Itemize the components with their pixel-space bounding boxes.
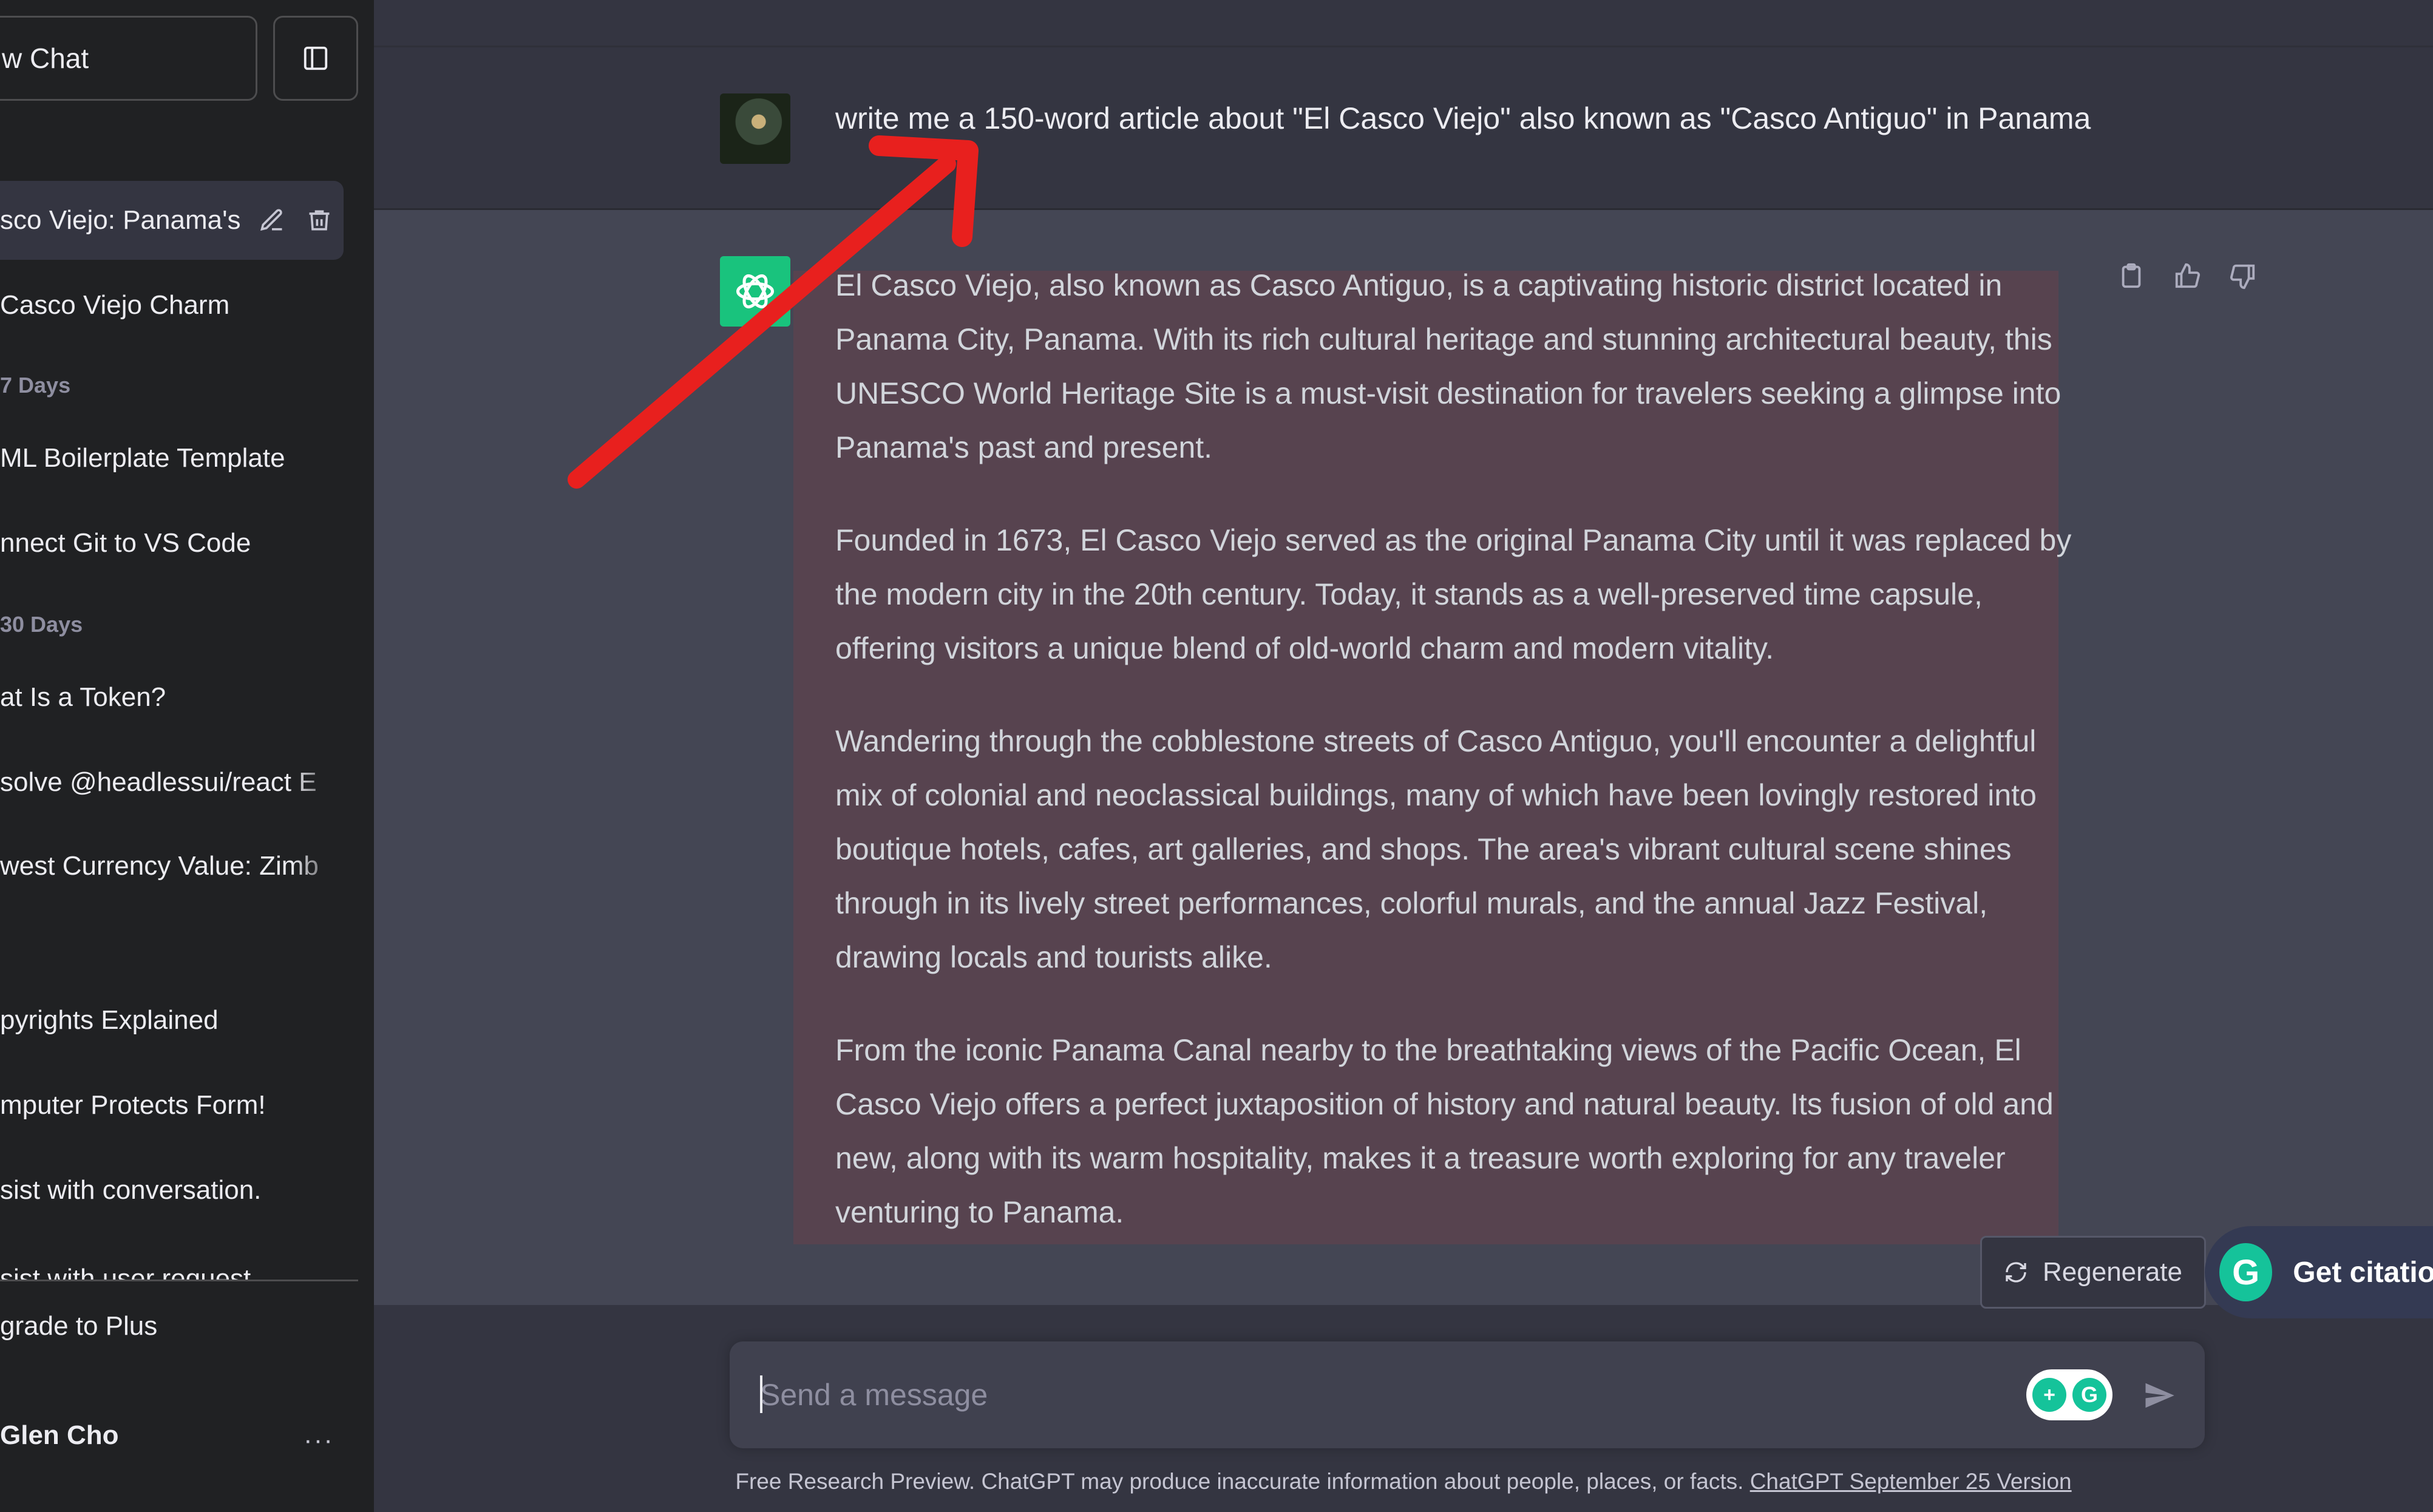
sidebar-item-label: pyrights Explained (0, 1005, 219, 1035)
message-actions (2116, 261, 2258, 291)
assistant-paragraph: El Casco Viejo, also known as Casco Anti… (835, 268, 2061, 464)
upgrade-to-plus-button[interactable]: grade to Plus (0, 1311, 157, 1341)
sidebar-item-label: mputer Protects Form! (0, 1090, 266, 1120)
regenerate-button[interactable]: Regenerate (1980, 1236, 2206, 1309)
user-message-row: write me a 150-word article about "El Ca… (374, 47, 2433, 210)
sidebar-item-label: sco Viejo: Panama's (0, 205, 241, 235)
sidebar-item-label: Casco Viejo Charm (0, 290, 230, 320)
grammarly-assist-icon: + (2032, 1378, 2066, 1412)
sidebar-item-casco-viejo-panama[interactable]: sco Viejo: Panama's (0, 181, 344, 260)
assistant-paragraph: From the iconic Panama Canal nearby to t… (835, 1033, 2054, 1229)
sidebar-toggle-icon (304, 46, 328, 70)
thumbs-up-icon (2175, 263, 2201, 288)
sidebar-item-assist-user-request[interactable]: sist with user request (0, 1236, 344, 1280)
send-button[interactable] (2138, 1374, 2180, 1417)
sidebar-item-casco-viejo-charm[interactable]: Casco Viejo Charm (0, 266, 344, 345)
footer-disclaimer: Free Research Preview. ChatGPT may produ… (374, 1469, 2433, 1494)
grammarly-widget[interactable]: + G (2026, 1369, 2112, 1420)
sidebar-item-label: nnect Git to VS Code (0, 528, 251, 558)
version-link[interactable]: ChatGPT September 25 Version (1750, 1469, 2072, 1494)
thumbs-up-button[interactable] (2172, 261, 2202, 291)
user-avatar (720, 93, 790, 164)
sidebar-toggle-button[interactable] (273, 16, 358, 101)
text-caret (760, 1375, 762, 1413)
section-30-days: 30 Days (0, 612, 83, 637)
get-citation-label: Get citatio (2293, 1256, 2433, 1289)
user-message-text: write me a 150-word article about "El Ca… (835, 101, 2091, 135)
thumbs-down-icon (2230, 264, 2255, 290)
composer-area: + G Free Research Preview. ChatGPT may p… (374, 1305, 2433, 1512)
message-input[interactable] (759, 1365, 1973, 1425)
assistant-message-text: El Casco Viejo, also known as Casco Anti… (835, 259, 2074, 1278)
top-bar (374, 0, 2433, 47)
copy-button[interactable] (2116, 261, 2146, 291)
chatgpt-logo-icon (720, 256, 790, 327)
sidebar-item-connect-git[interactable]: nnect Git to VS Code (0, 504, 344, 583)
sidebar-item-copyrights[interactable]: pyrights Explained (0, 981, 344, 1060)
assistant-paragraph: Founded in 1673, El Casco Viejo served a… (835, 523, 2072, 665)
trash-icon[interactable] (306, 207, 333, 234)
sidebar-item-computer-protects[interactable]: mputer Protects Form! (0, 1066, 344, 1145)
footer-text: Free Research Preview. ChatGPT may produ… (735, 1469, 1744, 1494)
sidebar-item-lowest-currency[interactable]: west Currency Value: Zimb (0, 827, 344, 906)
send-icon (2145, 1383, 2174, 1408)
message-composer: + G (730, 1341, 2205, 1448)
grammarly-icon: G (2219, 1243, 2273, 1301)
sidebar-item-resolve-headlessui[interactable]: solve @headlessui/react E (0, 743, 344, 822)
new-chat-label: w Chat (2, 42, 89, 74)
assistant-message-row: El Casco Viejo, also known as Casco Anti… (374, 210, 2433, 1303)
section-7-days: 7 Days (0, 373, 71, 398)
sidebar-item-html-boilerplate[interactable]: ML Boilerplate Template (0, 419, 344, 498)
grammarly-get-citation-button[interactable]: G Get citatio (2205, 1226, 2433, 1318)
thumbs-down-button[interactable] (2228, 261, 2258, 291)
assistant-paragraph: Wandering through the cobblestone street… (835, 724, 2037, 974)
regenerate-label: Regenerate (2043, 1257, 2182, 1287)
refresh-icon (2006, 1262, 2026, 1283)
sidebar-item-label: solve @headlessui/react E (0, 767, 317, 797)
sidebar: w Chat sco Viejo: Panama's Casco Viejo C… (0, 0, 374, 1512)
new-chat-button[interactable]: w Chat (0, 16, 257, 101)
sidebar-divider (0, 1280, 358, 1281)
sidebar-item-label: at Is a Token? (0, 682, 166, 712)
sidebar-item-assist-conversation[interactable]: sist with conversation. (0, 1151, 344, 1230)
user-name[interactable]: Glen Cho (0, 1420, 119, 1451)
sidebar-item-what-is-token[interactable]: at Is a Token? (0, 658, 344, 737)
sidebar-item-label: sist with conversation. (0, 1175, 262, 1205)
sidebar-item-label: west Currency Value: Zimb (0, 851, 319, 881)
more-options-icon[interactable]: ··· (304, 1425, 334, 1456)
edit-icon[interactable] (259, 207, 285, 234)
copy-icon (2122, 263, 2141, 288)
grammarly-icon: G (2072, 1378, 2106, 1412)
main-chat-area: write me a 150-word article about "El Ca… (374, 0, 2433, 1512)
sidebar-item-label: sist with user request (0, 1264, 251, 1280)
sidebar-item-label: ML Boilerplate Template (0, 443, 285, 473)
